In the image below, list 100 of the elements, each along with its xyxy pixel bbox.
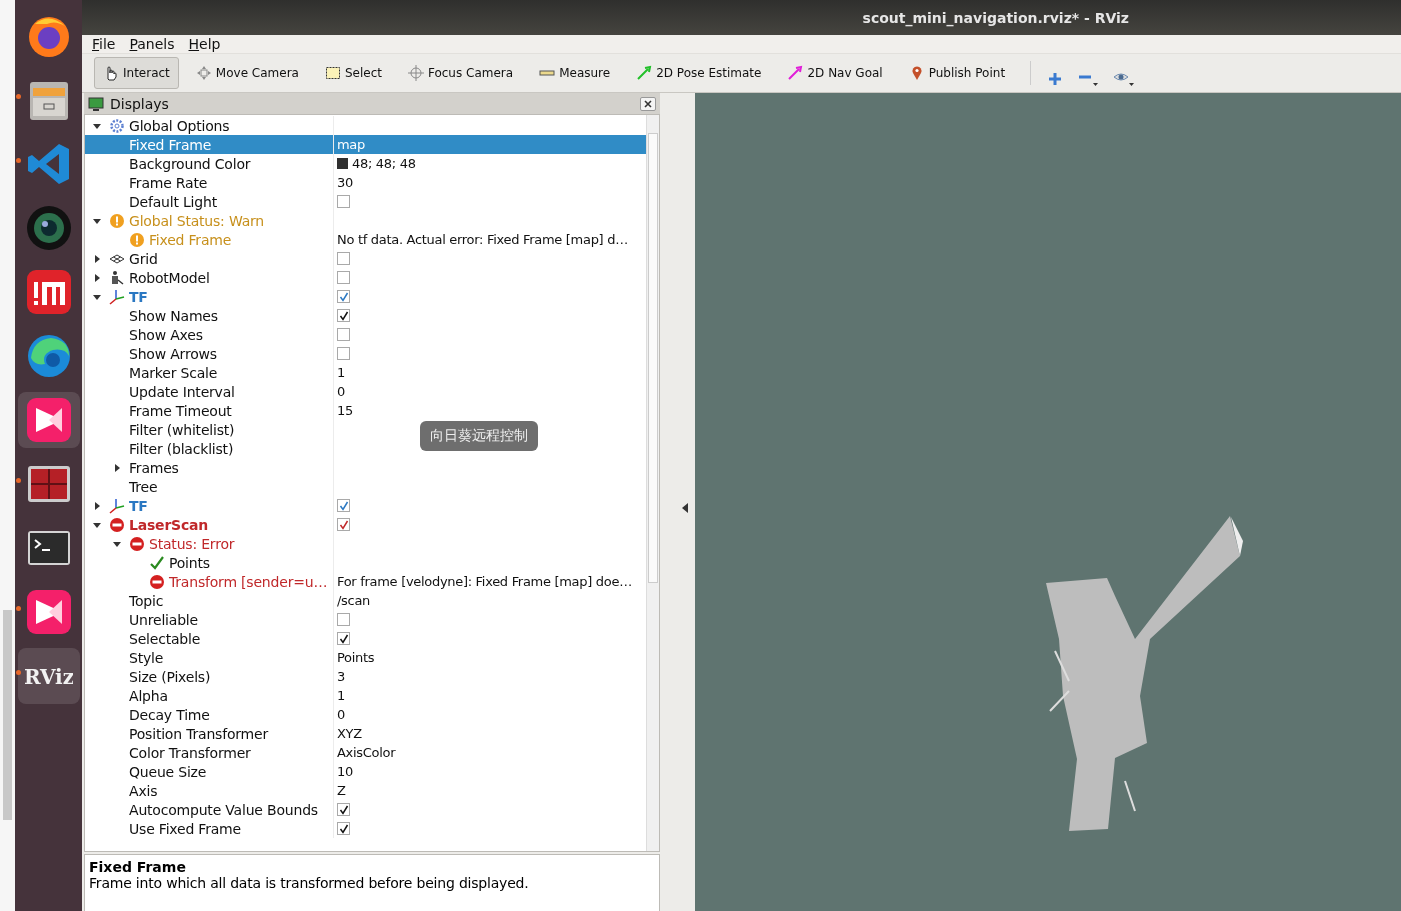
checkbox[interactable] [337, 271, 350, 284]
checkbox[interactable] [337, 803, 350, 816]
property-name: Style [128, 649, 164, 666]
tree-row[interactable]: Default Light [85, 192, 646, 211]
tree-row[interactable]: Show Arrows [85, 344, 646, 363]
tool-button[interactable]: 2D Nav Goal [778, 57, 892, 89]
property-value: Z [337, 783, 346, 798]
dock-item[interactable]: RViz [17, 648, 80, 704]
property-value: No tf data. Actual error: Fixed Frame [map] d… [337, 232, 628, 247]
tool-button[interactable]: Publish Point [899, 57, 1015, 89]
tree-row[interactable]: Status: Error [85, 534, 646, 553]
tree-row[interactable]: TF [85, 496, 646, 515]
property-value: 0 [337, 707, 345, 722]
property-name: Alpha [128, 687, 168, 704]
collapse-arrow-icon [681, 502, 688, 513]
checkbox[interactable] [337, 518, 350, 531]
property-value: For frame [velodyne]: Fixed Frame [map] doe… [337, 574, 632, 589]
tool-button[interactable]: Move Camera [186, 57, 308, 89]
eye-icon [1113, 71, 1136, 87]
checkbox[interactable] [337, 195, 350, 208]
expand-arrow-icon[interactable] [92, 272, 102, 283]
error-icon [109, 516, 125, 533]
tool-button[interactable]: Select [315, 57, 391, 89]
tool-button[interactable]: Interact [94, 57, 179, 89]
expand-arrow-icon[interactable] [112, 462, 122, 473]
3d-viewport[interactable] [695, 93, 1401, 911]
tree-row[interactable]: LaserScan [85, 515, 646, 534]
tooltip: 向日葵远程控制 [420, 421, 538, 451]
property-name: Marker Scale [128, 364, 218, 381]
property-name: Tree [128, 478, 158, 495]
checkbox[interactable] [337, 252, 350, 265]
property-name: Filter (blacklist) [128, 440, 234, 457]
property-name: Default Light [128, 193, 217, 210]
checkbox[interactable] [337, 328, 350, 341]
checkmark-icon [149, 554, 165, 571]
selection-box-icon [324, 65, 341, 81]
property-name: Show Axes [128, 326, 203, 343]
menu-item[interactable]: File [92, 36, 116, 52]
property-value: 1 [337, 365, 345, 380]
property-name: Transform [sender=u… [168, 573, 328, 590]
property-name: Status: Error [148, 535, 235, 552]
checkbox[interactable] [337, 613, 350, 626]
menu-item[interactable]: Help [188, 36, 221, 52]
gear-icon [109, 117, 125, 134]
expand-arrow-icon[interactable] [92, 253, 102, 264]
error-icon [129, 535, 145, 552]
tree-row[interactable]: Selectable [85, 629, 646, 648]
checkbox[interactable] [337, 499, 350, 512]
property-name: Grid [128, 250, 158, 267]
tree-row[interactable]: Show Names [85, 306, 646, 325]
checkbox[interactable] [337, 632, 350, 645]
property-name: Color Transformer [128, 744, 251, 761]
dock-item[interactable] [17, 392, 80, 448]
warning-icon [109, 212, 125, 229]
checkbox[interactable] [337, 290, 350, 303]
property-value: 30 [337, 175, 353, 190]
property-name: Background Color [128, 155, 251, 172]
tree-row[interactable]: RobotModel [85, 268, 646, 287]
remote-control-icon [24, 588, 73, 636]
expand-arrow-icon[interactable] [92, 500, 102, 511]
error-icon [149, 573, 165, 590]
tool-button[interactable]: 2D Pose Estimate [627, 57, 771, 89]
property-name: Decay Time [128, 706, 210, 723]
property-name: TF [128, 288, 148, 305]
tool-button[interactable]: Measure [530, 57, 620, 89]
tree-row[interactable]: Grid [85, 249, 646, 268]
property-value: 48; 48; 48 [352, 156, 416, 171]
tree-row[interactable]: Unreliable [85, 610, 646, 629]
scrollbar[interactable] [646, 115, 659, 851]
checkbox[interactable] [337, 822, 350, 835]
tool-button[interactable]: Focus Camera [398, 57, 523, 89]
property-name: Fixed Frame [128, 136, 212, 153]
tree-row[interactable]: Use Fixed Frame [85, 819, 646, 838]
description-title: Fixed Frame [89, 859, 187, 875]
move-arrows-icon [195, 65, 212, 81]
crosshair-icon [407, 65, 424, 81]
chat-app-icon [24, 268, 73, 316]
menu-item[interactable]: Panels [129, 36, 175, 52]
property-name: Size (Pixels) [128, 668, 211, 685]
property-value: XYZ [337, 726, 362, 741]
axes-icon [109, 288, 125, 305]
tree-row[interactable]: TF [85, 287, 646, 306]
tree-row[interactable]: Autocompute Value Bounds [85, 800, 646, 819]
property-name: LaserScan [128, 516, 209, 533]
property-value: 10 [337, 764, 353, 779]
property-name: Frame Timeout [128, 402, 232, 419]
property-name: Position Transformer [128, 725, 268, 742]
property-name: Show Names [128, 307, 218, 324]
property-value: Points [337, 650, 375, 665]
selected-tree-row[interactable]: Fixed Frame map [85, 135, 646, 154]
property-value: 3 [337, 669, 345, 684]
checkbox[interactable] [337, 309, 350, 322]
property-name: Axis [128, 782, 158, 799]
property-name: TF [128, 497, 148, 514]
checkbox[interactable] [337, 347, 350, 360]
property-name: Autocompute Value Bounds [128, 801, 318, 818]
close-button[interactable] [640, 96, 656, 111]
property-name: Topic [128, 592, 164, 609]
monitor-icon [88, 95, 104, 112]
tree-row[interactable]: Show Axes [85, 325, 646, 344]
